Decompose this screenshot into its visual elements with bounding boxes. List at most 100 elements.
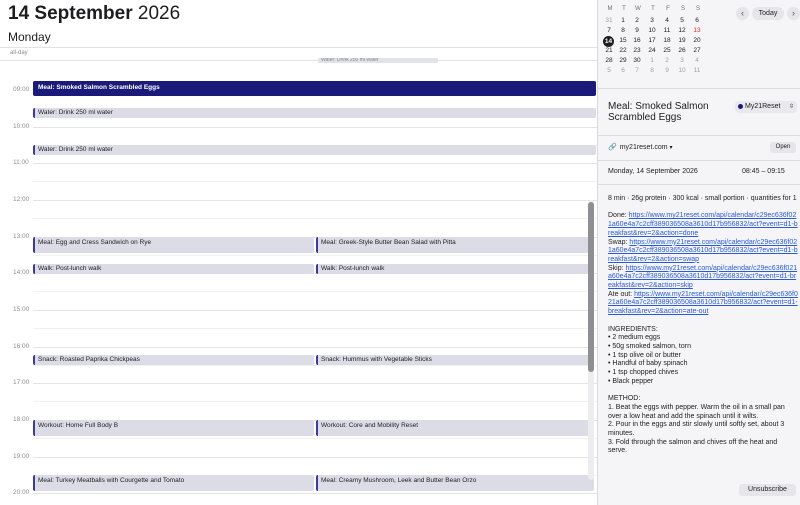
today-button[interactable]: Today <box>752 7 784 20</box>
method-step: 3. Fold through the salmon and chives of… <box>608 438 778 455</box>
mini-day[interactable]: 6 <box>690 16 704 26</box>
event-lunch[interactable]: Meal: Egg and Cress Sandwich on Rye <box>33 237 314 253</box>
open-button[interactable]: Open <box>770 142 796 153</box>
hour-line <box>33 493 597 494</box>
url-row[interactable]: 🔗 my21reset.com ▾ <box>608 143 673 151</box>
mini-day[interactable]: 24 <box>645 46 659 56</box>
hour-label: 17:00 <box>13 379 30 386</box>
all-day-row[interactable]: all-day <box>0 47 597 61</box>
event-walk[interactable]: Walk: Post-lunch walk <box>316 264 594 274</box>
mini-day[interactable]: 1 <box>616 16 630 26</box>
ingredient-item: • 2 medium eggs <box>608 334 661 342</box>
event-walk[interactable]: Walk: Post-lunch walk <box>33 264 314 274</box>
chevron-left-icon: ‹ <box>741 8 744 18</box>
action-label: Skip: <box>608 264 624 272</box>
event-selected-breakfast[interactable]: Meal: Smoked Salmon Scrambled Eggs <box>33 81 596 96</box>
event-water[interactable]: Water: Drink 250 ml water <box>33 145 596 155</box>
half-hour-line <box>33 401 597 402</box>
mini-day[interactable]: 25 <box>660 46 674 56</box>
mini-weekday: S <box>680 6 685 12</box>
calendar-picker[interactable]: My21Reset ⇳ <box>735 101 797 113</box>
mini-day[interactable]: 13 <box>690 26 704 36</box>
mini-weekday: T <box>622 6 626 12</box>
event-workout[interactable]: Workout: Home Full Body B <box>33 420 314 436</box>
link-icon: 🔗 <box>608 144 617 151</box>
event-workout[interactable]: Workout: Core and Mobility Reset <box>316 420 594 436</box>
swap-link[interactable]: https://www.my21reset.com/api/calendar/c… <box>608 239 798 263</box>
event-dinner[interactable]: Meal: Creamy Mushroom, Leek and Butter B… <box>316 475 594 491</box>
mini-day[interactable]: 18 <box>660 36 674 46</box>
hour-line <box>33 457 597 458</box>
event-lunch[interactable]: Meal: Greek-Style Butter Bean Salad with… <box>316 237 594 253</box>
action-label: Swap: <box>608 238 628 246</box>
action-label: Ate out: <box>608 290 633 298</box>
mini-day[interactable]: 10 <box>645 26 659 36</box>
event-date[interactable]: Monday, 14 September 2026 <box>608 168 698 175</box>
weekday-label: Monday <box>8 30 51 44</box>
next-month-button[interactable]: › <box>787 7 800 20</box>
mini-day[interactable]: 8 <box>645 66 659 76</box>
mini-day[interactable]: 2 <box>660 56 674 66</box>
mini-day[interactable]: 16 <box>630 36 644 46</box>
mini-day[interactable]: 12 <box>675 26 689 36</box>
action-label: Done: <box>608 212 627 220</box>
mini-day[interactable]: 11 <box>690 66 704 76</box>
mini-day[interactable]: 5 <box>675 16 689 26</box>
mini-day[interactable]: 15 <box>616 36 630 46</box>
event-snack[interactable]: Snack: Roasted Paprika Chickpeas <box>33 355 314 365</box>
event-water-partial[interactable]: Water: Drink 250 ml water <box>318 58 438 63</box>
mini-day[interactable]: 4 <box>690 56 704 66</box>
divider <box>598 184 800 185</box>
mini-day[interactable]: 1 <box>645 56 659 66</box>
mini-day[interactable]: 3 <box>645 16 659 26</box>
action-skip-row: Skip: https://www.my21reset.com/api/cale… <box>608 265 798 291</box>
mini-day[interactable]: 8 <box>616 26 630 36</box>
mini-day[interactable]: 9 <box>660 66 674 76</box>
mini-day[interactable]: 22 <box>616 46 630 56</box>
event-title[interactable]: Meal: Smoked Salmon Scrambled Eggs <box>608 101 728 123</box>
chevron-down-icon: ▾ <box>669 145 673 151</box>
event-water[interactable]: Water: Drink 250 ml water <box>33 108 596 118</box>
mini-day[interactable]: 27 <box>690 46 704 56</box>
unsubscribe-button[interactable]: Unsubscribe <box>739 484 796 496</box>
done-link[interactable]: https://www.my21reset.com/api/calendar/c… <box>608 212 798 236</box>
event-notes[interactable]: 8 min · 26g protein · 300 kcal · small p… <box>608 195 798 456</box>
mini-day[interactable]: 7 <box>630 66 644 76</box>
mini-day[interactable]: 7 <box>602 26 616 36</box>
hour-label: 18:00 <box>13 416 30 423</box>
mini-day[interactable]: 21 <box>602 46 616 56</box>
mini-day[interactable]: 29 <box>616 56 630 66</box>
mini-day[interactable]: 11 <box>660 26 674 36</box>
event-dinner[interactable]: Meal: Turkey Meatballs with Courgette an… <box>33 475 314 491</box>
scrollbar-thumb[interactable] <box>588 202 594 372</box>
mini-day[interactable]: 4 <box>660 16 674 26</box>
mini-day[interactable]: 28 <box>602 56 616 66</box>
mini-day[interactable]: 3 <box>675 56 689 66</box>
mini-day[interactable]: 5 <box>602 66 616 76</box>
event-snack[interactable]: Snack: Hummus with Vegetable Sticks <box>316 355 594 365</box>
hour-line <box>33 383 597 384</box>
mini-day[interactable]: 2 <box>630 16 644 26</box>
divider <box>598 135 800 136</box>
hour-line <box>33 310 597 311</box>
mini-day[interactable]: 20 <box>690 36 704 46</box>
mini-day[interactable]: 30 <box>630 56 644 66</box>
hour-label: 14:00 <box>13 269 30 276</box>
mini-day[interactable]: 6 <box>616 66 630 76</box>
mini-day[interactable]: 23 <box>630 46 644 56</box>
event-time[interactable]: 08:45 – 09:15 <box>742 168 785 175</box>
mini-day[interactable]: 31 <box>602 16 616 26</box>
previous-month-button[interactable]: ‹ <box>736 7 749 20</box>
hour-line <box>33 200 597 201</box>
mini-day[interactable]: 17 <box>645 36 659 46</box>
mini-day[interactable]: 19 <box>675 36 689 46</box>
skip-link[interactable]: https://www.my21reset.com/api/calendar/c… <box>608 265 797 289</box>
mini-day[interactable]: 10 <box>675 66 689 76</box>
hour-label: 16:00 <box>13 343 30 350</box>
action-swap-row: Swap: https://www.my21reset.com/api/cale… <box>608 239 798 265</box>
mini-day[interactable]: 9 <box>630 26 644 36</box>
event-url[interactable]: my21reset.com <box>620 144 668 151</box>
mini-day[interactable]: 26 <box>675 46 689 56</box>
action-ateout-row: Ate out: https://www.my21reset.com/api/c… <box>608 291 798 317</box>
ate-out-link[interactable]: https://www.my21reset.com/api/calendar/c… <box>608 291 798 315</box>
